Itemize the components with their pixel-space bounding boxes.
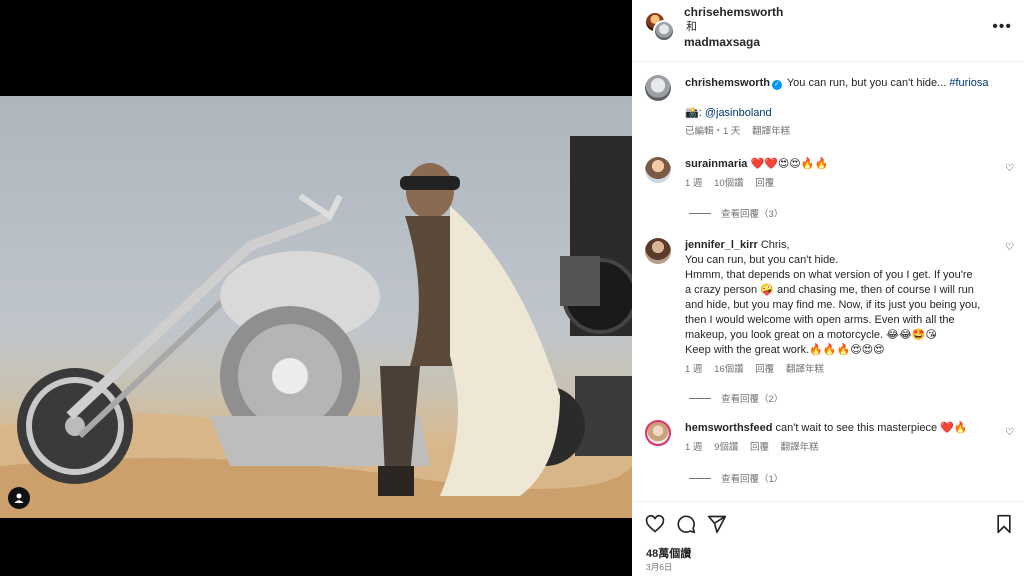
comment-line: Keep with the great work.🔥🔥🔥😍😍😍 xyxy=(685,344,885,356)
comment-line: You can run, but you can't hide. xyxy=(685,254,839,266)
avatar[interactable] xyxy=(645,420,671,446)
heart-outline-icon: ♡ xyxy=(1005,427,1014,438)
person-icon xyxy=(14,493,24,503)
and-label: 和 xyxy=(686,21,697,33)
comment-icon xyxy=(677,515,696,534)
view-replies-button[interactable]: 查看回覆（2） xyxy=(689,391,783,405)
view-replies-button[interactable]: 查看回覆（3） xyxy=(689,206,783,220)
username-link[interactable]: chrisehemsworth xyxy=(684,5,783,20)
share-icon xyxy=(707,515,727,534)
view-replies-button[interactable]: 查看回覆（1） xyxy=(689,471,783,485)
media-panel xyxy=(0,0,632,576)
caption-username[interactable]: chrishemsworth xyxy=(685,77,770,89)
share-button[interactable] xyxy=(707,514,727,537)
mention-link[interactable]: @jasinboland xyxy=(705,107,772,119)
avatar[interactable] xyxy=(645,157,671,183)
avatar[interactable] xyxy=(645,75,671,101)
comment-username[interactable]: surainmaria xyxy=(685,158,747,170)
view-replies-label: 查看回覆（3） xyxy=(721,209,784,220)
comment-line: a crazy person 🤪 and chasing me, then of… xyxy=(685,284,974,296)
like-comment-button[interactable]: ♡ xyxy=(1005,242,1014,253)
reply-button[interactable]: 回覆 xyxy=(755,364,774,375)
comment-likes[interactable]: 9個讚 xyxy=(714,442,738,453)
post-date[interactable]: 3月6日 xyxy=(646,561,672,573)
instagram-post-viewer: chrisehemsworth 和 madmaxsaga ••• chrishe… xyxy=(0,0,1024,576)
collab-avatars[interactable] xyxy=(644,11,675,42)
post-photo[interactable] xyxy=(0,96,632,518)
photo-illustration xyxy=(0,136,632,518)
comment-likes[interactable]: 10個讚 xyxy=(714,178,744,189)
comment-time[interactable]: 1 週 xyxy=(685,178,702,189)
view-replies-label: 查看回覆（1） xyxy=(721,474,784,485)
post-header: chrisehemsworth 和 madmaxsaga ••• xyxy=(632,0,1024,62)
post-details-panel: chrisehemsworth 和 madmaxsaga ••• chrishe… xyxy=(632,0,1024,576)
comment-username[interactable]: jennifer_l_kirr xyxy=(685,239,758,251)
comment-button[interactable] xyxy=(676,514,696,537)
bookmark-icon xyxy=(997,514,1011,534)
comment-line: Hmmm, that depends on what version of yo… xyxy=(685,269,973,281)
translate-button[interactable]: 翻譯年糕 xyxy=(781,442,819,453)
tagged-users-button[interactable] xyxy=(8,487,30,509)
caption-text: You can run, but you can't hide... xyxy=(786,77,947,89)
verified-badge-icon: ✓ xyxy=(771,80,782,90)
comment-time[interactable]: 1 週 xyxy=(685,364,702,375)
like-comment-button[interactable]: ♡ xyxy=(1005,163,1014,174)
like-comment-button[interactable]: ♡ xyxy=(1005,427,1014,438)
reply-button[interactable]: 回覆 xyxy=(755,178,774,189)
more-horizontal-icon: ••• xyxy=(992,18,1012,35)
heart-outline-icon: ♡ xyxy=(1005,242,1014,253)
view-replies-label: 查看回覆（2） xyxy=(721,394,784,405)
divider-line xyxy=(689,477,711,479)
like-count[interactable]: 48萬個讚 xyxy=(646,545,691,561)
collab-names: chrisehemsworth 和 madmaxsaga xyxy=(684,5,783,50)
avatar[interactable] xyxy=(645,238,671,264)
comment-text: ❤️❤️😍😍🔥🔥 xyxy=(750,158,829,170)
heart-outline-icon: ♡ xyxy=(1005,163,1014,174)
more-options-button[interactable]: ••• xyxy=(992,18,1012,36)
comment-likes[interactable]: 16個讚 xyxy=(714,364,744,375)
comment-time[interactable]: 1 週 xyxy=(685,442,702,453)
translate-button[interactable]: 翻譯年糕 xyxy=(786,364,824,375)
translate-button[interactable]: 翻譯年糕 xyxy=(752,126,790,137)
comment-line: makeup, you look great on a motorcycle. … xyxy=(685,329,938,341)
comments-list: chrishemsworth ✓ You can run, but you can… xyxy=(632,63,1024,501)
comment-text: can't wait to see this masterpiece ❤️🔥 xyxy=(775,422,968,434)
comment-line: Chris, xyxy=(760,239,790,251)
save-button[interactable] xyxy=(995,514,1013,537)
comment-line: and hide, but you may find me. Now, if i… xyxy=(685,299,981,311)
divider-line xyxy=(689,212,711,214)
username-link[interactable]: madmaxsaga xyxy=(684,35,783,50)
comment-line: then I would welcome with open arms. Eve… xyxy=(685,314,955,326)
post-actions: 48萬個讚 3月6日 xyxy=(632,501,1024,576)
comment-username[interactable]: hemsworthsfeed xyxy=(685,422,772,434)
edited-time: 已編輯・1 天 xyxy=(685,126,741,137)
divider-line xyxy=(689,397,711,399)
heart-icon xyxy=(645,514,665,533)
avatar xyxy=(653,20,675,42)
reply-button[interactable]: 回覆 xyxy=(750,442,769,453)
hashtag-link[interactable]: #furiosa xyxy=(949,77,988,89)
like-button[interactable] xyxy=(645,514,665,537)
camera-emoji: 📸: xyxy=(685,107,702,119)
